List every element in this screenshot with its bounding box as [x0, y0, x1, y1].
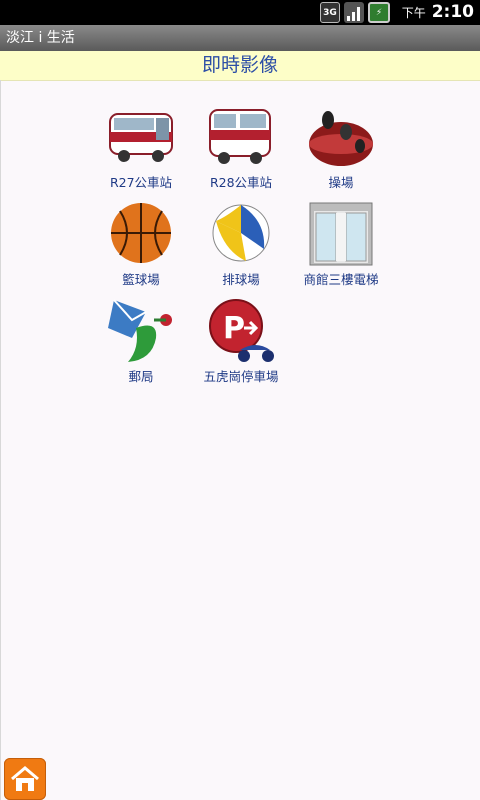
clock-ampm: 下午 [401, 6, 426, 20]
home-button[interactable] [4, 758, 46, 800]
tile-label: R28公車站 [209, 175, 273, 190]
battery-charging-icon: ⚡ [368, 2, 390, 23]
camera-grid: R27公車站 R28公車站 操場 籃球場 排球場 商館三樓電梯 郵局 P 五虎崗… [91, 100, 391, 389]
tile-post-office[interactable]: 郵局 [91, 294, 191, 389]
status-bar: 3G ⚡ 下午 2:10 [0, 0, 480, 25]
app-title: 淡江 i 生活 [6, 30, 75, 46]
tile-track-field[interactable]: 操場 [291, 100, 391, 195]
tile-r28-bus-stop[interactable]: R28公車站 [191, 100, 291, 195]
tile-elevator[interactable]: 商館三樓電梯 [291, 197, 391, 292]
network-3g-icon: 3G [320, 2, 340, 23]
clock: 下午 2:10 [402, 2, 474, 22]
home-icon [11, 766, 39, 791]
tile-label: 排球場 [222, 272, 260, 287]
tile-label: 五虎崗停車場 [203, 369, 279, 384]
basketball-icon [111, 203, 171, 263]
tile-label: 郵局 [128, 369, 154, 384]
running-track-icon [309, 111, 373, 166]
tile-basketball-court[interactable]: 籃球場 [91, 197, 191, 292]
bus-icon [109, 113, 173, 162]
tile-parking-lot[interactable]: P 五虎崗停車場 [191, 294, 291, 389]
svg-text:P: P [223, 311, 245, 346]
clock-time: 2:10 [431, 2, 474, 22]
signal-strength-icon [344, 2, 364, 23]
page-header: 即時影像 [0, 51, 480, 81]
elevator-icon [309, 202, 373, 266]
post-office-icon [108, 299, 172, 362]
tile-label: R27公車站 [109, 175, 173, 190]
tile-label: 操場 [328, 175, 354, 190]
tile-volleyball-court[interactable]: 排球場 [191, 197, 291, 292]
status-icons: 3G ⚡ [320, 2, 390, 23]
tile-label: 商館三樓電梯 [303, 272, 379, 287]
bus-icon [209, 109, 271, 164]
tile-label: 籃球場 [122, 272, 160, 287]
app-title-bar: 淡江 i 生活 [0, 25, 480, 51]
parking-icon: P [209, 299, 274, 362]
tile-r27-bus-stop[interactable]: R27公車站 [91, 100, 191, 195]
volleyball-icon [212, 204, 270, 262]
left-divider [0, 80, 1, 800]
page-title: 即時影像 [201, 54, 278, 76]
